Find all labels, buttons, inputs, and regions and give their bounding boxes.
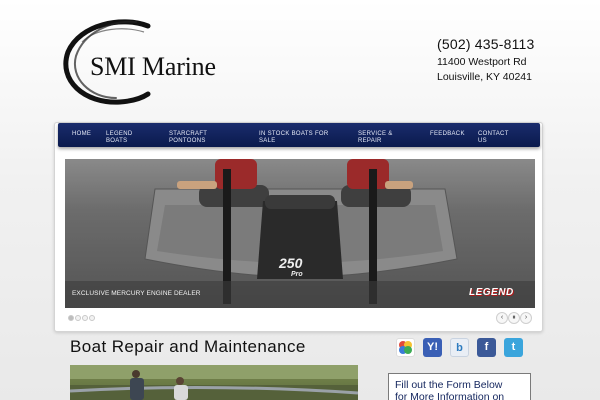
form-headline-1: Fill out the Form Below: [395, 379, 503, 391]
nav-label: FEEDBACK: [430, 131, 465, 137]
engine-number: 250: [279, 255, 303, 271]
nav-item-feedback[interactable]: FEEDBACK: [430, 131, 465, 138]
nav-label: BOATS: [106, 138, 128, 144]
nav-label: IN STOCK BOATS FOR: [259, 131, 329, 137]
slider-pause-button[interactable]: ⏸: [508, 312, 520, 324]
logo-text: SMI Marine: [90, 52, 216, 81]
engine-badge: 250 Pro: [279, 255, 303, 278]
yahoo-glyph: Y!: [427, 341, 438, 353]
boat-illustration: [65, 159, 535, 308]
nav-item-service-repair[interactable]: SERVICE & REPAIR: [358, 131, 393, 145]
slider-prev-button[interactable]: ‹: [496, 312, 508, 324]
nav-label: REPAIR: [358, 138, 382, 144]
address-street: 11400 Westport Rd: [437, 56, 527, 68]
google-icon[interactable]: [396, 338, 415, 357]
page-title: Boat Repair and Maintenance: [70, 337, 306, 356]
nav-label: PONTOONS: [169, 138, 206, 144]
contact-block: (502) 435-8113 11400 Westport Rd Louisvi…: [437, 36, 535, 84]
nav-label: STARCRAFT: [169, 131, 208, 137]
nav-label: LEGEND: [106, 131, 133, 137]
facebook-glyph: f: [484, 341, 489, 353]
nav-label: US: [478, 138, 487, 144]
slider-dot[interactable]: [82, 315, 88, 321]
slider-dot[interactable]: [75, 315, 81, 321]
phone-number[interactable]: (502) 435-8113: [437, 36, 535, 52]
slider-dot[interactable]: [68, 315, 74, 321]
slider-dot[interactable]: [89, 315, 95, 321]
twitter-glyph: t: [511, 341, 516, 353]
repair-photo: [70, 365, 358, 400]
nav-label: CONTACT: [478, 131, 509, 137]
nav-label: HOME: [72, 131, 92, 137]
info-form-box[interactable]: Fill out the Form Below for More Informa…: [388, 373, 531, 400]
mechanics-photo: [70, 365, 358, 400]
nav-item-home[interactable]: HOME: [72, 131, 91, 138]
nav-item-legend-boats[interactable]: LEGEND BOATS: [106, 131, 132, 145]
slide-caption: EXCLUSIVE MERCURY ENGINE DEALER: [72, 290, 201, 297]
slider-next-button[interactable]: ›: [520, 312, 532, 324]
nav-item-starcraft-pontoons[interactable]: STARCRAFT PONTOONS: [169, 131, 207, 145]
nav-item-contact-us[interactable]: CONTACT US: [478, 131, 509, 145]
legend-badge: LEGEND: [469, 287, 514, 298]
nav-label: SALE: [259, 138, 276, 144]
google-icon-graphic: [399, 341, 412, 354]
twitter-icon[interactable]: t: [504, 338, 523, 357]
hero-slider-image[interactable]: 250 Pro EXCLUSIVE MERCURY ENGINE DEALER …: [65, 159, 535, 308]
main-nav: HOME LEGEND BOATS STARCRAFT PONTOONS IN …: [58, 123, 540, 147]
smi-marine-logo[interactable]: SMI Marine: [62, 18, 237, 108]
form-headline-2: for More Information on: [395, 391, 505, 400]
engine-model: Pro: [291, 271, 303, 278]
bing-icon[interactable]: b: [450, 338, 469, 357]
slider-pagination: [68, 315, 95, 321]
bing-glyph: b: [456, 342, 463, 354]
address-city: Louisville, KY 40241: [437, 71, 532, 83]
yahoo-icon[interactable]: Y!: [423, 338, 442, 357]
nav-label: SERVICE &: [358, 131, 393, 137]
nav-item-in-stock-boats[interactable]: IN STOCK BOATS FOR SALE: [259, 131, 329, 145]
facebook-icon[interactable]: f: [477, 338, 496, 357]
